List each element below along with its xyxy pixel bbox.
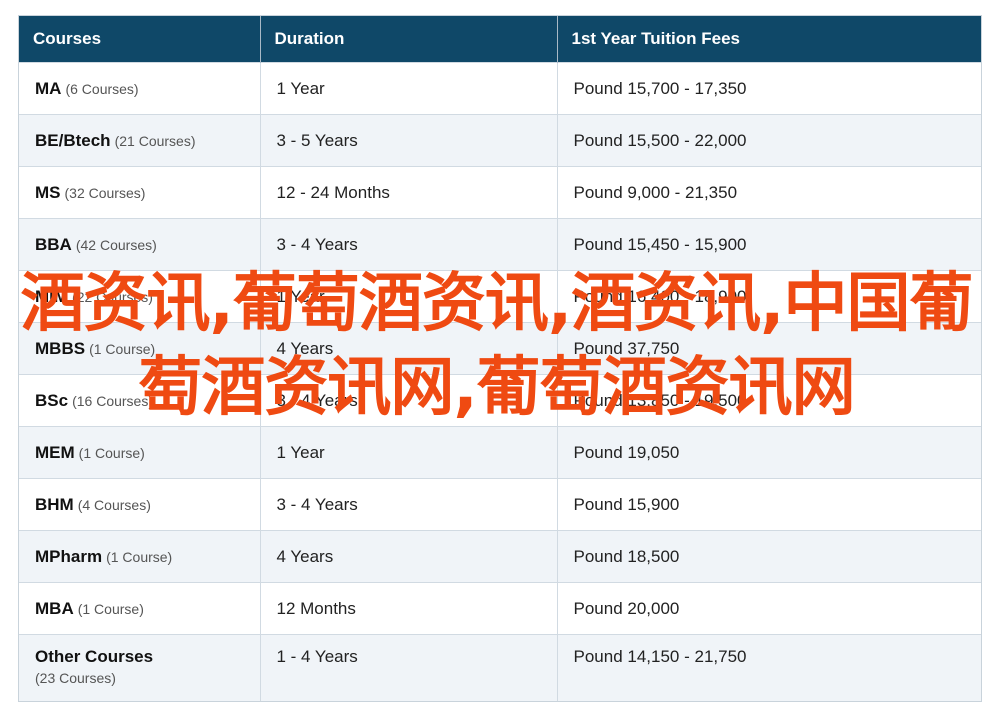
course-count: (4 Courses) xyxy=(77,496,151,513)
course-cell: BHM (4 Courses) xyxy=(19,478,261,531)
course-name-link[interactable]: MBA xyxy=(35,599,74,618)
table-body: MA (6 Courses) 1 Year Pound 15,700 - 17,350… xyxy=(19,62,981,701)
course-count: (1 Course) xyxy=(78,444,145,461)
duration-cell: 4 Years xyxy=(260,322,558,375)
table-row: Other Courses (23 Courses) 1 - 4 Years Poun… xyxy=(19,634,981,701)
header-courses: Courses xyxy=(19,16,261,63)
course-count: (1 Course) xyxy=(89,340,156,357)
course-name-link[interactable]: MS xyxy=(35,183,61,202)
duration-cell: 1 Year xyxy=(260,62,558,115)
courses-table-container: Courses Duration 1st Year Tuition Fees M… xyxy=(18,15,982,702)
course-name-link[interactable]: Other Courses xyxy=(35,647,153,666)
tuition-fees-cell: Pound 9,000 - 21,350 xyxy=(557,166,981,219)
course-count: (1 Course) xyxy=(106,548,173,565)
courses-table: Courses Duration 1st Year Tuition Fees M… xyxy=(19,16,981,701)
duration-cell: 3 - 4 Years xyxy=(260,478,558,531)
tuition-fees-cell: Pound 13,850 - 19,500 xyxy=(557,374,981,427)
table-row: MIM (22 Courses) 1 Year Pound 16,400 - 18,9… xyxy=(19,270,981,323)
course-name-link[interactable]: MIM xyxy=(35,287,68,306)
course-cell: MEM (1 Course) xyxy=(19,426,261,479)
course-cell: BBA (42 Courses) xyxy=(19,218,261,271)
course-cell: MIM (22 Courses) xyxy=(19,270,261,323)
course-cell: MS (32 Courses) xyxy=(19,166,261,219)
table-row: MBA (1 Course) 12 Months Pound 20,000 xyxy=(19,582,981,635)
header-duration: Duration xyxy=(260,16,558,63)
course-cell: MBA (1 Course) xyxy=(19,582,261,635)
table-row: MPharm (1 Course) 4 Years Pound 18,500 xyxy=(19,530,981,583)
course-name-link[interactable]: BE/Btech xyxy=(35,131,111,150)
tuition-fees-cell: Pound 14,150 - 21,750 xyxy=(557,634,981,701)
duration-cell: 1 - 4 Years xyxy=(260,634,558,701)
header-row: Courses Duration 1st Year Tuition Fees xyxy=(19,16,981,63)
course-count: (6 Courses) xyxy=(65,80,139,97)
duration-cell: 1 Year xyxy=(260,270,558,323)
table-row: BSc (16 Courses) 3 - 4 Years Pound 13,850 -… xyxy=(19,374,981,427)
duration-cell: 3 - 4 Years xyxy=(260,218,558,271)
table-row: BHM (4 Courses) 3 - 4 Years Pound 15,900 xyxy=(19,478,981,531)
duration-cell: 4 Years xyxy=(260,530,558,583)
tuition-fees-cell: Pound 19,050 xyxy=(557,426,981,479)
course-cell: MA (6 Courses) xyxy=(19,62,261,115)
table-row: MA (6 Courses) 1 Year Pound 15,700 - 17,350 xyxy=(19,62,981,115)
tuition-fees-cell: Pound 37,750 xyxy=(557,322,981,375)
course-name-link[interactable]: BHM xyxy=(35,495,74,514)
course-count: (42 Courses) xyxy=(75,236,157,253)
table-row: MS (32 Courses) 12 - 24 Months Pound 9,000 … xyxy=(19,166,981,219)
table-row: BE/Btech (21 Courses) 3 - 5 Years Pound 15,… xyxy=(19,114,981,167)
duration-cell: 12 Months xyxy=(260,582,558,635)
tuition-fees-cell: Pound 15,900 xyxy=(557,478,981,531)
course-count: (16 Courses) xyxy=(72,392,153,409)
duration-cell: 3 - 4 Years xyxy=(260,374,558,427)
tuition-fees-cell: Pound 20,000 xyxy=(557,582,981,635)
course-count: (1 Course) xyxy=(77,600,144,617)
course-name-link[interactable]: MA xyxy=(35,79,61,98)
course-name-link[interactable]: BSc xyxy=(35,391,68,410)
course-count: (21 Courses) xyxy=(114,132,196,149)
duration-cell: 3 - 5 Years xyxy=(260,114,558,167)
course-cell: Other Courses (23 Courses) xyxy=(19,634,261,701)
course-count: (23 Courses) xyxy=(35,670,116,686)
course-count: (22 Courses) xyxy=(72,288,153,305)
course-cell: MPharm (1 Course) xyxy=(19,530,261,583)
duration-cell: 12 - 24 Months xyxy=(260,166,558,219)
tuition-fees-cell: Pound 15,700 - 17,350 xyxy=(557,62,981,115)
tuition-fees-cell: Pound 16,400 - 18,900 xyxy=(557,270,981,323)
course-cell: MBBS (1 Course) xyxy=(19,322,261,375)
table-row: BBA (42 Courses) 3 - 4 Years Pound 15,450 -… xyxy=(19,218,981,271)
tuition-fees-cell: Pound 15,500 - 22,000 xyxy=(557,114,981,167)
duration-cell: 1 Year xyxy=(260,426,558,479)
course-cell: BSc (16 Courses) xyxy=(19,374,261,427)
course-cell: BE/Btech (21 Courses) xyxy=(19,114,261,167)
course-name-link[interactable]: MPharm xyxy=(35,547,102,566)
tuition-fees-cell: Pound 15,450 - 15,900 xyxy=(557,218,981,271)
course-name-link[interactable]: BBA xyxy=(35,235,72,254)
table-header: Courses Duration 1st Year Tuition Fees xyxy=(19,16,981,63)
course-name-link[interactable]: MEM xyxy=(35,443,75,462)
tuition-fees-cell: Pound 18,500 xyxy=(557,530,981,583)
table-row: MEM (1 Course) 1 Year Pound 19,050 xyxy=(19,426,981,479)
header-tuition-fees: 1st Year Tuition Fees xyxy=(557,16,981,63)
table-row: MBBS (1 Course) 4 Years Pound 37,750 xyxy=(19,322,981,375)
course-name-link[interactable]: MBBS xyxy=(35,339,85,358)
course-count: (32 Courses) xyxy=(64,184,146,201)
